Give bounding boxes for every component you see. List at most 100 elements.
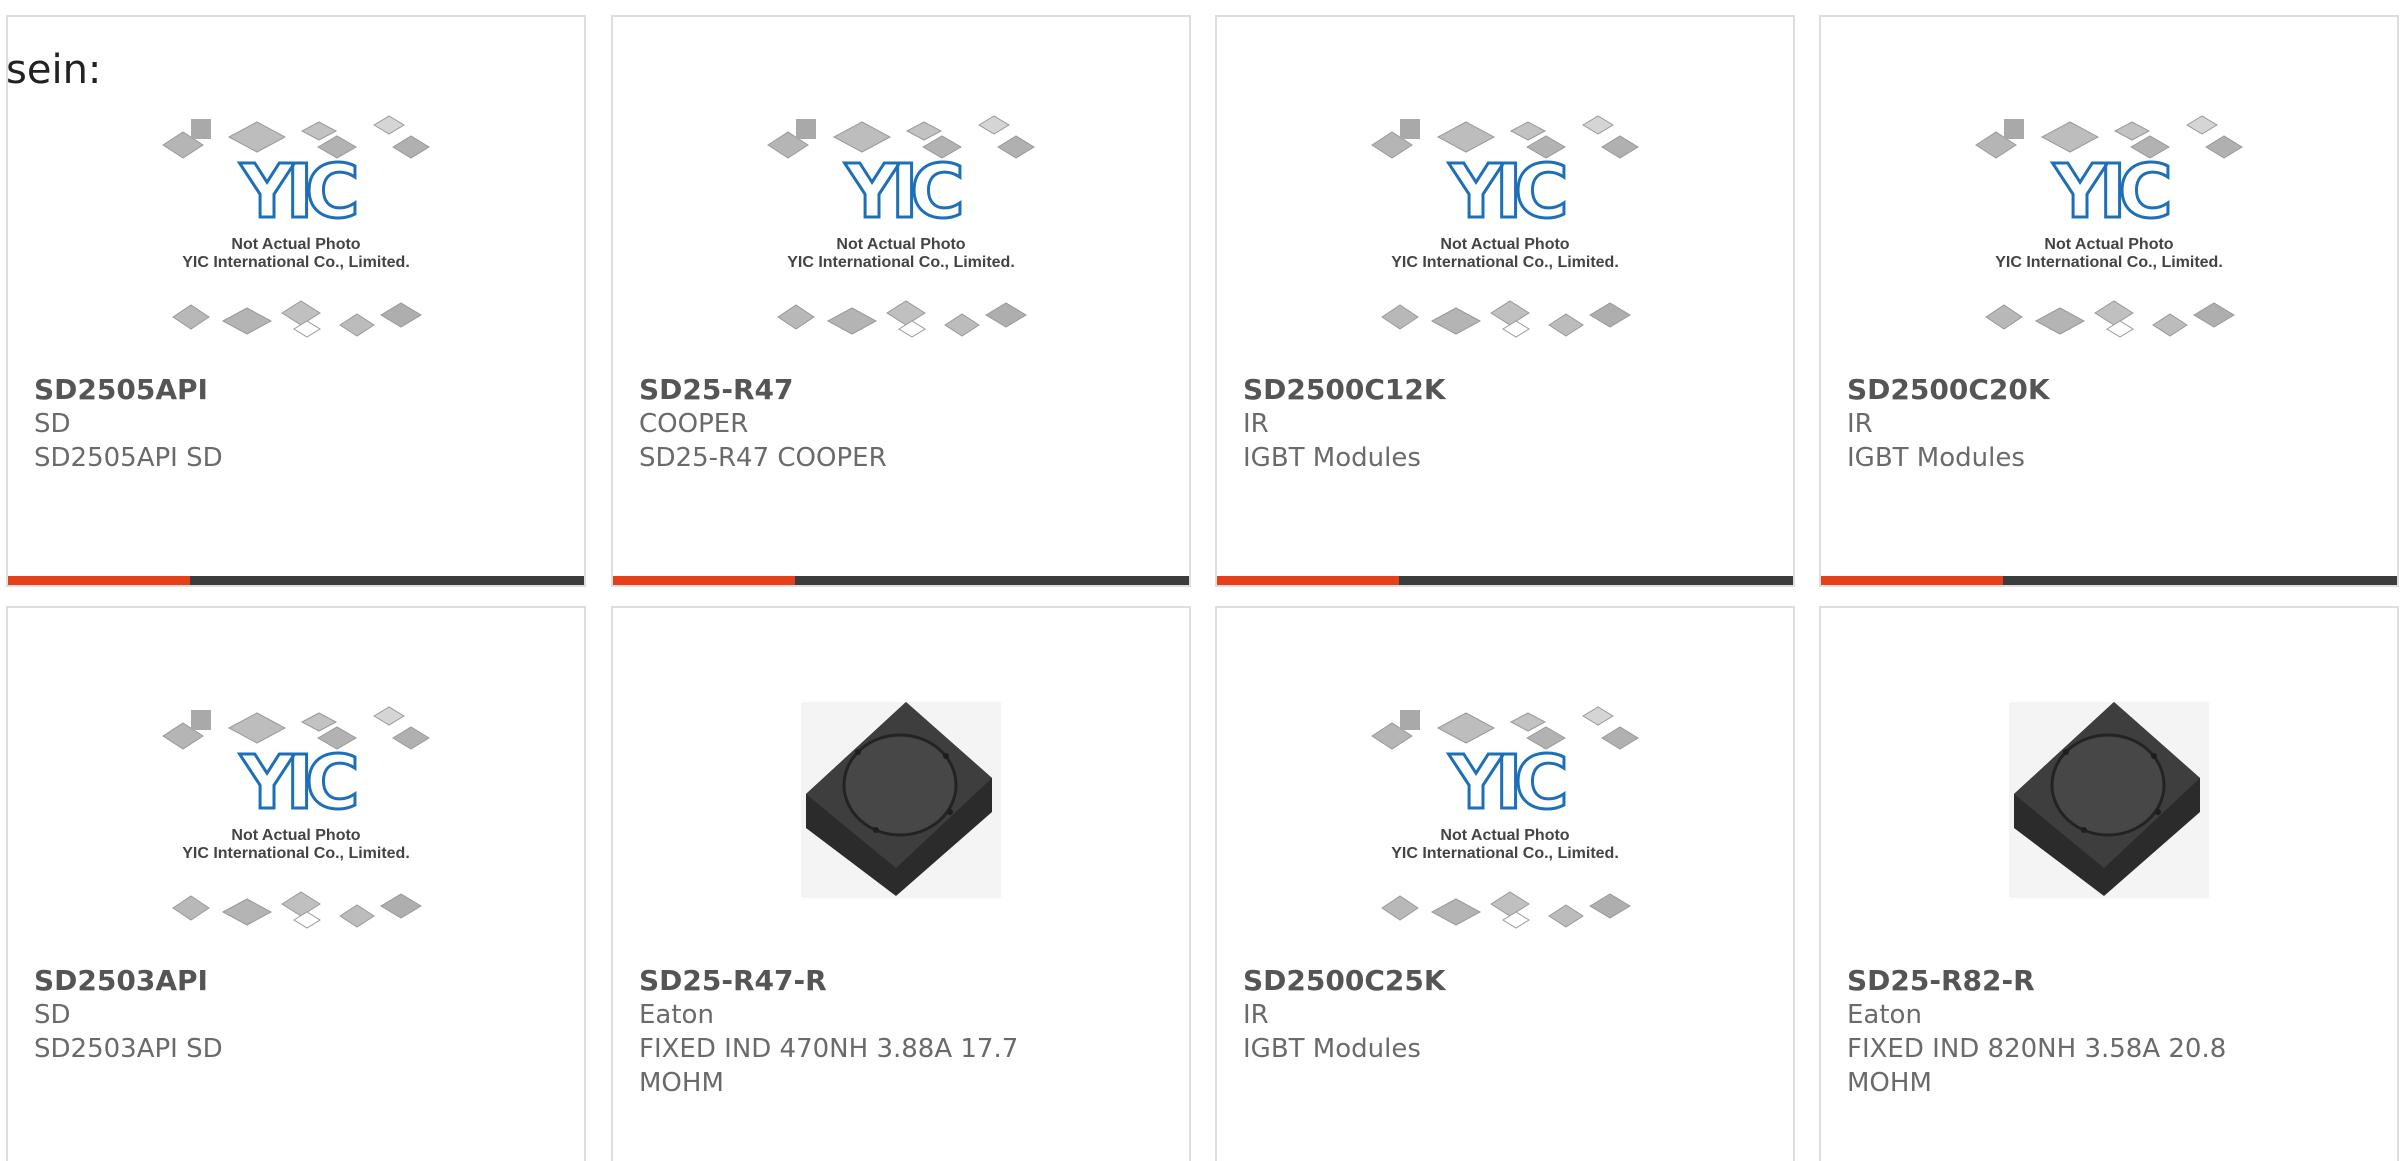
chip-icon [191, 710, 211, 730]
chip-icon [281, 300, 321, 326]
manufacturer-name: SD [34, 409, 71, 439]
not-actual-photo-caption: Not Actual Photo [1440, 236, 1569, 253]
chip-icon [2193, 302, 2235, 328]
company-caption: YIC International Co., Limited. [1391, 254, 1619, 271]
product-image[interactable]: YIC Not Actual Photo YIC International Co.… [613, 109, 1189, 367]
chip-icon [1400, 710, 1420, 730]
chip-icon [2034, 307, 2086, 335]
chip-icon [227, 121, 287, 153]
chip-icon [1400, 119, 1420, 139]
chip-icon [2152, 313, 2188, 337]
product-card[interactable]: YIC Not Actual Photo YIC International Co.… [1215, 606, 1795, 1161]
product-card[interactable]: SD25-R47-R Eaton FIXED IND 470NH 3.88A 17.… [611, 606, 1191, 1161]
chip-icon [1509, 712, 1547, 732]
card-accent-bar [1217, 576, 1399, 585]
chip-icon [1430, 898, 1482, 926]
inductor-marker [943, 753, 949, 759]
part-number[interactable]: SD2500C20K [1847, 372, 2050, 408]
inductor-core [2050, 733, 2166, 837]
chip-icon [2113, 121, 2151, 141]
chip-icon [300, 121, 338, 141]
chip-icon [1381, 304, 1419, 330]
product-image[interactable] [613, 700, 1189, 958]
card-accent-bar [8, 576, 190, 585]
manufacturer-name: COOPER [639, 409, 749, 439]
yic-logo: YIC [239, 149, 355, 235]
chip-icon [2040, 121, 2100, 153]
manufacturer-name: Eaton [639, 1000, 714, 1030]
product-description: IGBT Modules [1243, 1034, 1421, 1064]
product-listing-page: sein: YIC Not Actual Photo YIC Internation… [0, 0, 2400, 1161]
part-number[interactable]: SD25-R47-R [639, 963, 827, 999]
chip-icon [380, 893, 422, 919]
chip-icon [1548, 313, 1584, 337]
product-image[interactable] [1821, 700, 2397, 958]
chip-icon [1381, 895, 1419, 921]
chip-icon [221, 307, 273, 335]
inductor-marker [873, 827, 879, 833]
inductor-marker [2081, 827, 2087, 833]
company-caption: YIC International Co., Limited. [182, 845, 410, 862]
part-number[interactable]: SD2500C12K [1243, 372, 1446, 408]
chip-icon [1490, 891, 1530, 917]
chip-icon [300, 712, 338, 732]
chip-icon [1601, 135, 1639, 159]
chip-icon [997, 135, 1035, 159]
company-caption: YIC International Co., Limited. [787, 254, 1015, 271]
chip-icon [339, 904, 375, 928]
company-caption: YIC International Co., Limited. [1391, 845, 1619, 862]
chip-icon [373, 706, 405, 726]
part-number[interactable]: SD2500C25K [1243, 963, 1446, 999]
card-accent-bar [1821, 576, 2003, 585]
chip-icon [1589, 302, 1631, 328]
chip-icon [191, 119, 211, 139]
chip-icon [392, 726, 430, 750]
inductor-photo [801, 702, 1001, 898]
product-description: IGBT Modules [1847, 443, 2025, 473]
product-image[interactable]: YIC Not Actual Photo YIC International Co.… [8, 109, 584, 367]
chip-icon [281, 891, 321, 917]
inductor-marker [2151, 753, 2157, 759]
chip-icon [796, 119, 816, 139]
part-number[interactable]: SD25-R82-R [1847, 963, 2035, 999]
chip-icon [172, 895, 210, 921]
company-caption: YIC International Co., Limited. [182, 254, 410, 271]
chip-icon [339, 313, 375, 337]
product-description: SD2505API SD [34, 443, 223, 473]
part-number[interactable]: SD25-R47 [639, 372, 794, 408]
product-description: SD2503API SD [34, 1034, 223, 1064]
product-image[interactable]: YIC Not Actual Photo YIC International Co.… [8, 700, 584, 958]
placeholder-image: YICNot Actual PhotoYIC International Co.… [1371, 115, 1639, 338]
chip-icon [2205, 135, 2243, 159]
not-actual-photo-caption: Not Actual Photo [231, 236, 360, 253]
not-actual-photo-caption: Not Actual Photo [836, 236, 965, 253]
product-card[interactable]: SD25-R82-R Eaton FIXED IND 820NH 3.58A 20.… [1819, 606, 2399, 1161]
manufacturer-name: SD [34, 1000, 71, 1030]
product-image[interactable]: YIC Not Actual Photo YIC International Co.… [1217, 109, 1793, 367]
part-number[interactable]: SD2503API [34, 963, 208, 999]
placeholder-image: YICNot Actual PhotoYIC International Co.… [1975, 115, 2243, 338]
chip-icon [1436, 121, 1496, 153]
product-image[interactable]: YIC Not Actual Photo YIC International Co.… [1821, 109, 2397, 367]
inductor-photo [2009, 702, 2209, 898]
product-card[interactable]: YIC Not Actual Photo YIC International Co.… [6, 606, 586, 1161]
product-card[interactable]: YIC Not Actual Photo YIC International Co.… [6, 15, 586, 587]
product-card[interactable]: YIC Not Actual Photo YIC International Co.… [1215, 15, 1795, 587]
chip-icon [777, 304, 815, 330]
chip-icon [1582, 115, 1614, 135]
chip-icon [1509, 121, 1547, 141]
card-footer-bar [8, 576, 584, 585]
placeholder-image: YICNot Actual PhotoYIC International Co.… [162, 706, 430, 929]
product-image[interactable]: YIC Not Actual Photo YIC International Co.… [1217, 700, 1793, 958]
product-card[interactable]: YIC Not Actual Photo YIC International Co.… [611, 15, 1191, 587]
chip-icon [221, 898, 273, 926]
product-card[interactable]: YIC Not Actual Photo YIC International Co.… [1819, 15, 2399, 587]
yic-logo: YIC [239, 740, 355, 826]
yic-logo: YIC [844, 149, 960, 235]
product-description: FIXED IND 820NH 3.58A 20.8 MOHM [1847, 1034, 2227, 1098]
part-number[interactable]: SD2505API [34, 372, 208, 408]
card-footer-bar [1821, 576, 2397, 585]
chip-icon [380, 302, 422, 328]
yic-logo: YIC [2052, 149, 2168, 235]
chip-icon [373, 115, 405, 135]
